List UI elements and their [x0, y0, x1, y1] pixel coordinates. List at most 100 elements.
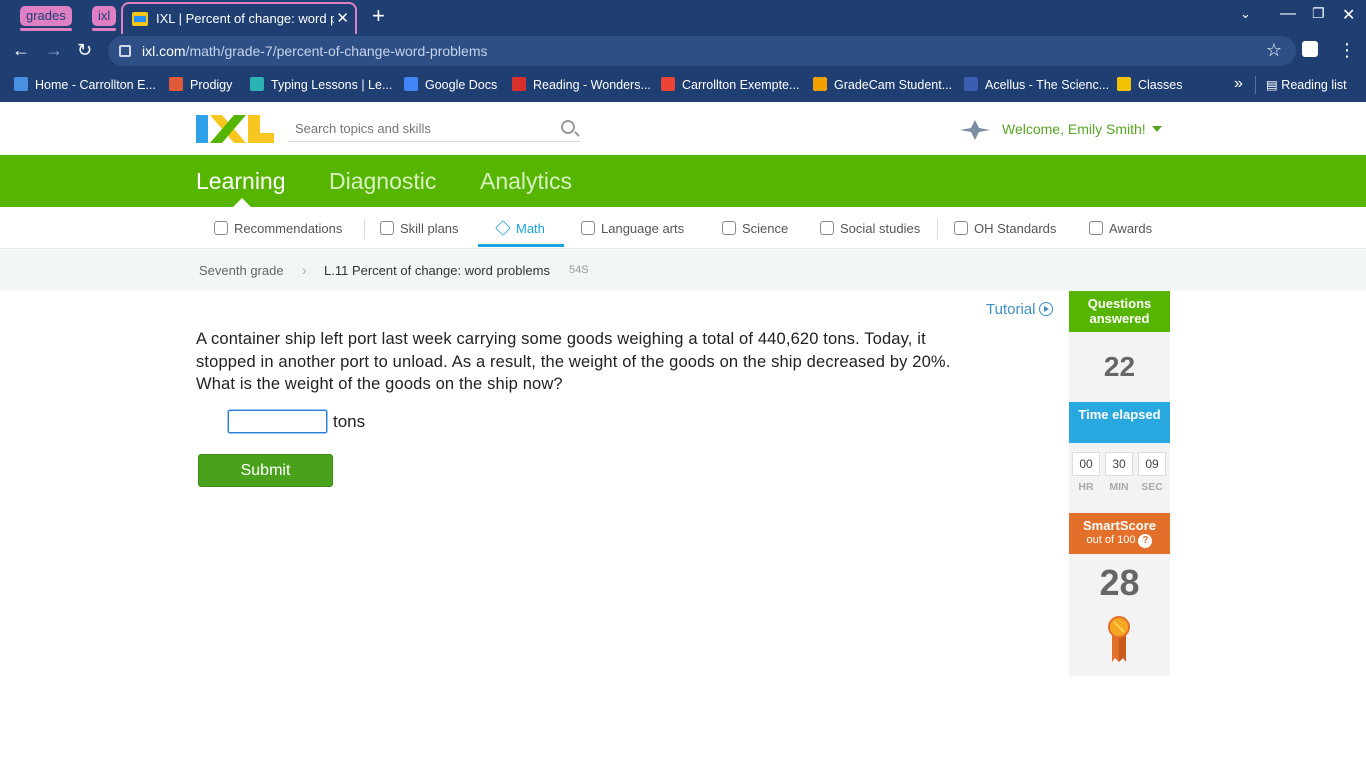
- recommendations-icon: [214, 221, 228, 235]
- bookmarks-bar: Home - Carrollton E... Prodigy Typing Le…: [0, 68, 1366, 102]
- questions-answered-label: Questions answered: [1069, 291, 1170, 332]
- site-info-icon[interactable]: [119, 45, 131, 57]
- browser-toolbar: ← → ↻ ixl.com/math/grade-7/percent-of-ch…: [0, 34, 1366, 68]
- tab-group-ixl[interactable]: ixl: [92, 6, 117, 31]
- account-menu[interactable]: Welcome, Emily Smith!: [1002, 121, 1162, 137]
- tab-recommendations[interactable]: Recommendations: [214, 221, 342, 236]
- bookmark-favicon-icon: [512, 77, 526, 91]
- tab-skill-plans[interactable]: Skill plans: [380, 221, 459, 236]
- bookmark-favicon-icon: [813, 77, 827, 91]
- standards-icon: [954, 221, 968, 235]
- awards-icon: [1089, 221, 1103, 235]
- smartscore-value: 28: [1099, 562, 1140, 603]
- close-tab-icon[interactable]: ✕: [336, 9, 349, 27]
- timer-hours-label: HR: [1078, 481, 1094, 493]
- nav-diagnostic[interactable]: Diagnostic: [329, 168, 436, 195]
- ixl-logo[interactable]: [196, 115, 274, 143]
- answer-unit: tons: [333, 412, 366, 431]
- timer-hours: 00: [1072, 452, 1100, 476]
- skill-plans-icon: [380, 221, 394, 235]
- restore-icon[interactable]: ❐: [1312, 5, 1325, 22]
- site-header: Welcome, Emily Smith!: [0, 102, 1366, 155]
- tab-language-arts[interactable]: Language arts: [581, 221, 684, 236]
- nav-learning[interactable]: Learning: [196, 168, 286, 195]
- browser-menu-icon[interactable]: ⋮: [1338, 40, 1356, 61]
- smartscore-box: 28: [1069, 554, 1170, 676]
- forward-arrow-icon[interactable]: →: [45, 40, 63, 61]
- tab-strip: grades ixl IXL | Percent of change: word…: [0, 0, 1366, 34]
- address-bar[interactable]: ixl.com/math/grade-7/percent-of-change-w…: [108, 36, 1296, 66]
- breadcrumb-grade[interactable]: Seventh grade: [199, 263, 284, 278]
- smartscore-header: SmartScore out of 100?: [1069, 513, 1170, 554]
- help-icon[interactable]: ?: [1138, 534, 1153, 548]
- bookmark-favicon-icon: [1117, 77, 1131, 91]
- breadcrumb-skill: L.11 Percent of change: word problems: [324, 263, 550, 278]
- ixl-favicon-icon: [132, 12, 148, 26]
- timer-seconds-label: SEC: [1141, 481, 1163, 493]
- smartscore-label: SmartScore: [1083, 518, 1156, 533]
- bookmarks-divider: [1255, 76, 1256, 94]
- tab-oh-standards[interactable]: OH Standards: [954, 221, 1056, 236]
- active-tab[interactable]: IXL | Percent of change: word problems ✕: [121, 2, 357, 34]
- social-studies-icon: [820, 221, 834, 235]
- avatar[interactable]: [960, 118, 990, 140]
- bookmark-favicon-icon: [404, 77, 418, 91]
- nav-analytics[interactable]: Analytics: [480, 168, 572, 195]
- extensions-puzzle-icon[interactable]: [1302, 41, 1318, 57]
- bookmark-star-icon[interactable]: ☆: [1266, 40, 1282, 61]
- bookmark-item[interactable]: GradeCam Student...: [813, 77, 952, 92]
- smartscore-sublabel: out of 100: [1086, 534, 1136, 546]
- questions-answered-count: 22: [1069, 332, 1170, 402]
- search-box: [288, 116, 580, 142]
- tab-science[interactable]: Science: [722, 221, 788, 236]
- breadcrumb: Seventh grade › L.11 Percent of change: …: [0, 250, 1366, 290]
- tutorial-link[interactable]: Tutorial: [986, 301, 1054, 318]
- tab-group-grades[interactable]: grades: [20, 6, 72, 31]
- timer-minutes: 30: [1105, 452, 1133, 476]
- bookmark-item[interactable]: Home - Carrollton E...: [14, 77, 156, 92]
- subject-nav: Recommendations Skill plans Math Languag…: [0, 207, 1366, 249]
- main-nav: Learning Diagnostic Analytics: [0, 155, 1366, 207]
- reading-list-button[interactable]: ▤ Reading list: [1266, 77, 1347, 92]
- new-tab-button[interactable]: +: [372, 5, 385, 27]
- submit-button[interactable]: Submit: [198, 454, 333, 487]
- timer: 00 30 09 HR MIN SEC: [1069, 443, 1170, 513]
- answer-input[interactable]: [228, 410, 327, 433]
- play-icon: [1039, 302, 1054, 316]
- time-elapsed-label: Time elapsed: [1069, 402, 1170, 443]
- question-text: A container ship left port last week car…: [196, 330, 951, 393]
- chevron-down-icon: [1151, 126, 1162, 132]
- language-arts-icon: [581, 221, 595, 235]
- search-input[interactable]: [288, 116, 548, 140]
- search-icon[interactable]: [561, 120, 575, 134]
- tab-title: IXL | Percent of change: word problems: [156, 11, 334, 26]
- bookmark-item[interactable]: Carrollton Exempte...: [661, 77, 799, 92]
- back-arrow-icon[interactable]: ←: [12, 40, 30, 61]
- active-subject-underline: [478, 244, 564, 247]
- bookmark-favicon-icon: [964, 77, 978, 91]
- bookmark-favicon-icon: [250, 77, 264, 91]
- tab-math[interactable]: Math: [495, 220, 545, 236]
- url-host: ixl.com: [142, 43, 186, 59]
- bookmark-item[interactable]: Typing Lessons | Le...: [250, 77, 392, 92]
- window-close-icon[interactable]: ✕: [1342, 5, 1355, 25]
- reload-icon[interactable]: ↻: [77, 40, 92, 61]
- ribbon-award-icon: [1108, 616, 1130, 662]
- url-path: /math/grade-7/percent-of-change-word-pro…: [185, 43, 488, 59]
- bookmark-favicon-icon: [14, 77, 28, 91]
- stats-panel: Questions answered 22 Time elapsed 00 30…: [1069, 291, 1170, 676]
- more-bookmarks-icon[interactable]: »: [1234, 75, 1243, 93]
- tab-awards[interactable]: Awards: [1089, 221, 1152, 236]
- minimize-icon[interactable]: —: [1280, 5, 1296, 23]
- bookmark-favicon-icon: [661, 77, 675, 91]
- tab-social-studies[interactable]: Social studies: [820, 221, 920, 236]
- divider: [364, 219, 365, 239]
- bookmark-item[interactable]: Prodigy: [169, 77, 232, 92]
- skill-code: 54S: [569, 264, 589, 276]
- bookmark-item[interactable]: Reading - Wonders...: [512, 77, 651, 92]
- bookmark-item[interactable]: Acellus - The Scienc...: [964, 77, 1109, 92]
- bookmark-item[interactable]: Classes: [1117, 77, 1182, 92]
- chevron-right-icon: ›: [302, 262, 307, 278]
- tab-search-chevron-icon[interactable]: ⌄: [1240, 6, 1251, 22]
- bookmark-item[interactable]: Google Docs: [404, 77, 497, 92]
